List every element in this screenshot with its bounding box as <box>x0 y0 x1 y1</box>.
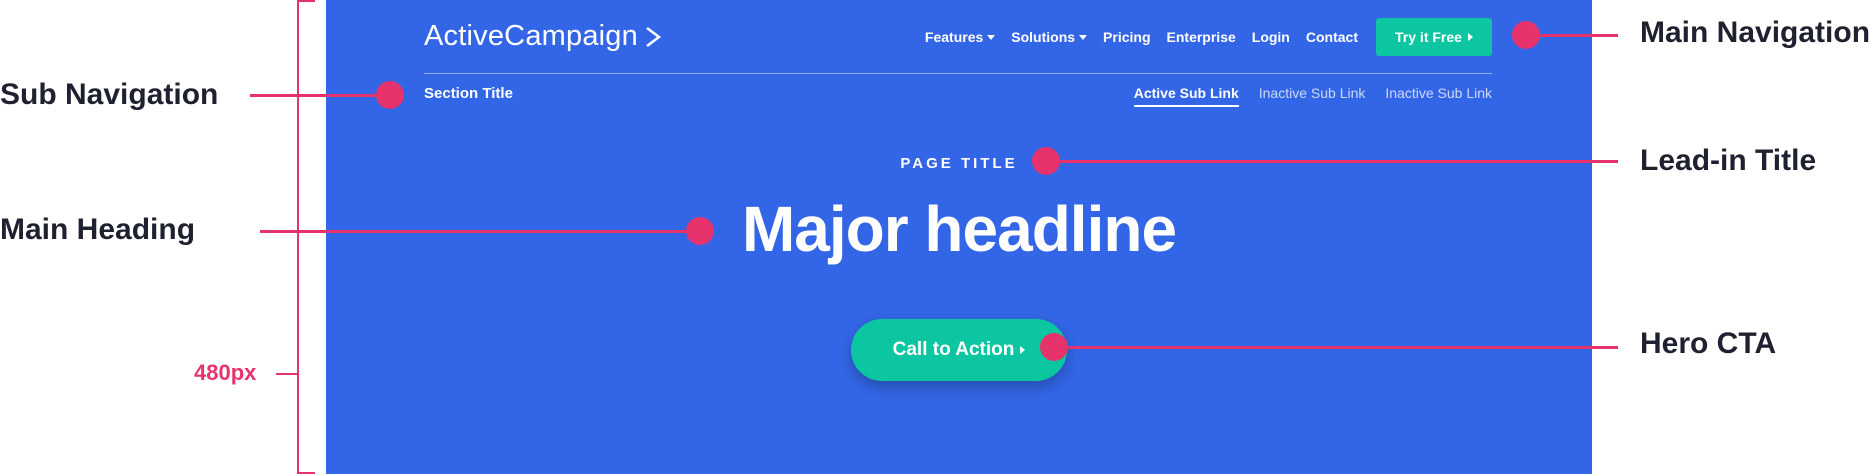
height-label: 480px <box>194 360 257 385</box>
nav-item-contact[interactable]: Contact <box>1306 29 1358 45</box>
nav-item-features[interactable]: Features <box>925 29 996 45</box>
annotation-line <box>260 230 700 233</box>
sub-link-inactive[interactable]: Inactive Sub Link <box>1385 85 1492 107</box>
nav-item-enterprise[interactable]: Enterprise <box>1167 29 1236 45</box>
annotation-main-heading: Main Heading <box>0 213 196 246</box>
sub-link-inactive[interactable]: Inactive Sub Link <box>1259 85 1366 107</box>
annotation-sub-navigation: Sub Navigation <box>0 78 219 111</box>
lead-in-title: PAGE TITLE <box>900 155 1018 172</box>
play-arrow-icon <box>1020 346 1026 354</box>
annotation-dot <box>1040 333 1068 361</box>
sub-link-active[interactable]: Active Sub Link <box>1133 85 1239 107</box>
caret-down-icon <box>1079 34 1088 40</box>
bracket-tick-top <box>297 0 315 2</box>
annotation-line <box>1046 160 1618 163</box>
main-navigation: Features Solutions Pricing Enterprise Lo… <box>909 18 1492 56</box>
logo-chevron-icon <box>646 26 662 47</box>
major-headline: Major headline <box>741 193 1177 265</box>
play-arrow-icon <box>1467 33 1473 41</box>
annotation-line <box>250 94 390 97</box>
annotation-main-navigation: Main Navigation <box>1640 16 1871 49</box>
hero-section: ActiveCampaign Features Solutions Pricin… <box>326 0 1592 474</box>
bracket-tick-mid <box>276 373 297 375</box>
annotation-dot <box>686 217 714 245</box>
annotation-lead-in-title: Lead-in Title <box>1640 144 1817 177</box>
bracket-tick-bottom <box>297 472 315 474</box>
call-to-action-button[interactable]: Call to Action <box>851 319 1067 381</box>
sub-navigation: Active Sub Link Inactive Sub Link Inacti… <box>1114 85 1492 107</box>
caret-down-icon <box>987 34 996 40</box>
annotation-dot <box>1032 147 1060 175</box>
nav-item-solutions[interactable]: Solutions <box>1011 29 1088 45</box>
annotation-line <box>1054 346 1618 349</box>
section-title: Section Title <box>424 85 513 102</box>
annotation-hero-cta: Hero CTA <box>1640 327 1777 360</box>
annotation-dot <box>1512 21 1540 49</box>
try-it-free-button[interactable]: Try it Free <box>1376 18 1492 56</box>
logo-text: ActiveCampaign <box>424 20 638 52</box>
annotation-dot <box>376 81 404 109</box>
nav-item-login[interactable]: Login <box>1252 29 1290 45</box>
nav-divider <box>424 73 1492 74</box>
nav-item-pricing[interactable]: Pricing <box>1103 29 1150 45</box>
height-bracket <box>297 0 299 474</box>
logo[interactable]: ActiveCampaign <box>424 20 662 53</box>
